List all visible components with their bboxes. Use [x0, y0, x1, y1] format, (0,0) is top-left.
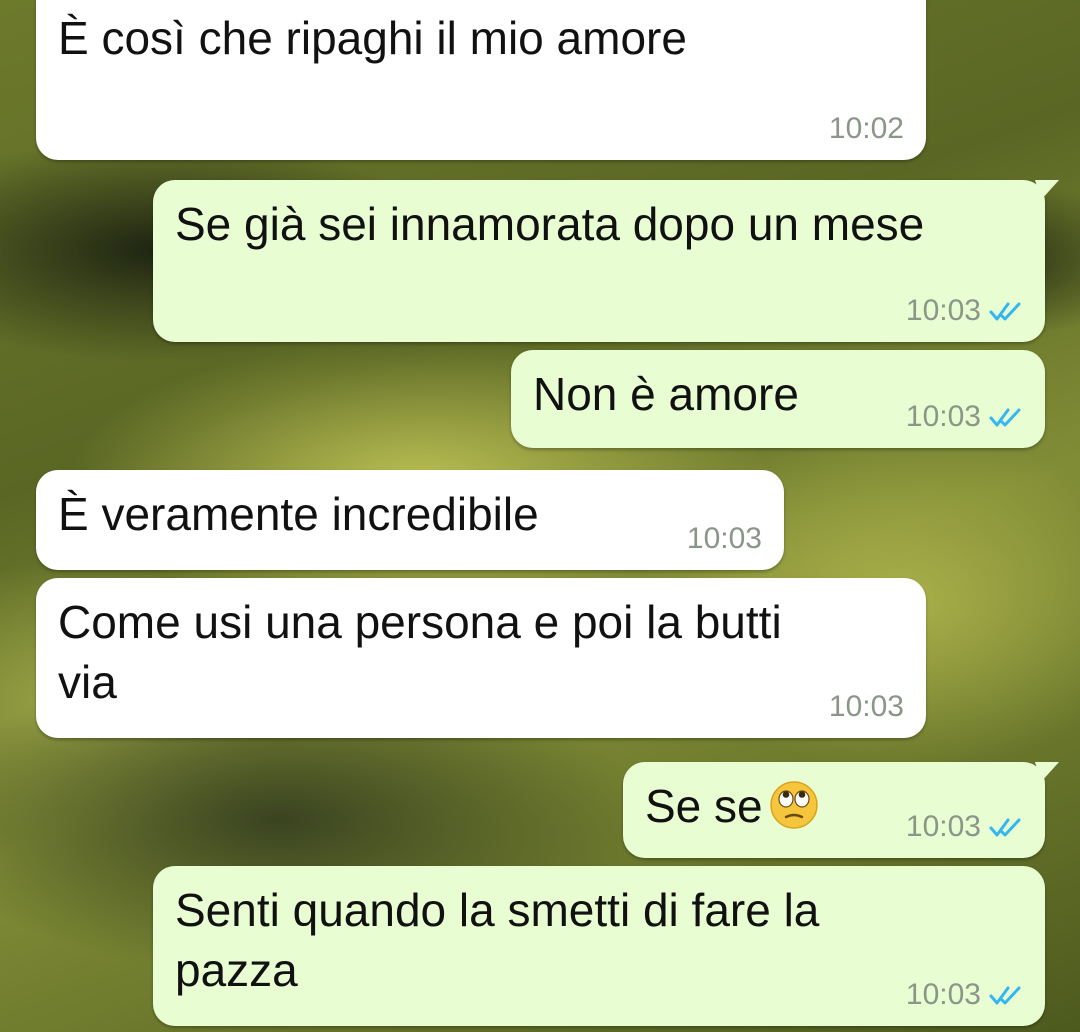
message-text: Senti quando la smetti di fare la pazza — [175, 884, 820, 996]
read-double-check-icon — [989, 986, 1021, 1005]
message-text: Se già sei innamorata dopo un mese — [175, 198, 925, 250]
read-double-check-icon — [989, 302, 1021, 321]
message-meta: 10:03 — [829, 690, 904, 724]
message-time: 10:03 — [905, 810, 981, 843]
message-bubble-incoming[interactable]: È così che ripaghi il mio amore 10:02 — [36, 0, 926, 160]
message-bubble-incoming[interactable]: È veramente incredibile 10:03 — [36, 470, 784, 570]
message-meta: 10:03 — [906, 294, 1023, 328]
message-text: È così che ripaghi il mio amore — [58, 12, 687, 64]
message-meta: 10:02 — [829, 112, 904, 146]
message-bubble-incoming[interactable]: Come usi una persona e poi la butti via … — [36, 578, 926, 738]
face-with-rolling-eyes-emoji — [769, 781, 818, 829]
bubble-tail — [1035, 762, 1059, 782]
message-time: 10:03 — [905, 978, 981, 1011]
message-text: Come usi una persona e poi la butti via — [58, 596, 782, 708]
message-bubble-outgoing[interactable]: Senti quando la smetti di fare la pazza … — [153, 866, 1045, 1026]
read-double-check-icon — [989, 818, 1021, 837]
message-bubble-outgoing[interactable]: Non è amore 10:03 — [511, 350, 1045, 448]
message-meta: 10:03 — [906, 810, 1023, 844]
message-text-content: Se se — [645, 780, 763, 832]
message-time: 10:03 — [905, 400, 981, 433]
chat-conversation[interactable]: È così che ripaghi il mio amore 10:02 Se… — [0, 0, 1080, 1032]
read-double-check-icon — [989, 408, 1021, 427]
message-bubble-outgoing[interactable]: Se già sei innamorata dopo un mese 10:03 — [153, 180, 1059, 342]
message-time: 10:03 — [905, 294, 981, 327]
message-meta: 10:03 — [906, 400, 1023, 434]
bubble-tail — [1035, 180, 1059, 200]
message-text: È veramente incredibile — [58, 488, 539, 540]
message-time: 10:02 — [828, 112, 904, 145]
message-bubble-outgoing[interactable]: Se se 10:03 — [623, 762, 1059, 858]
message-meta: 10:03 — [687, 522, 762, 556]
message-time: 10:03 — [686, 522, 762, 555]
message-time: 10:03 — [828, 690, 904, 723]
message-meta: 10:03 — [906, 978, 1023, 1012]
